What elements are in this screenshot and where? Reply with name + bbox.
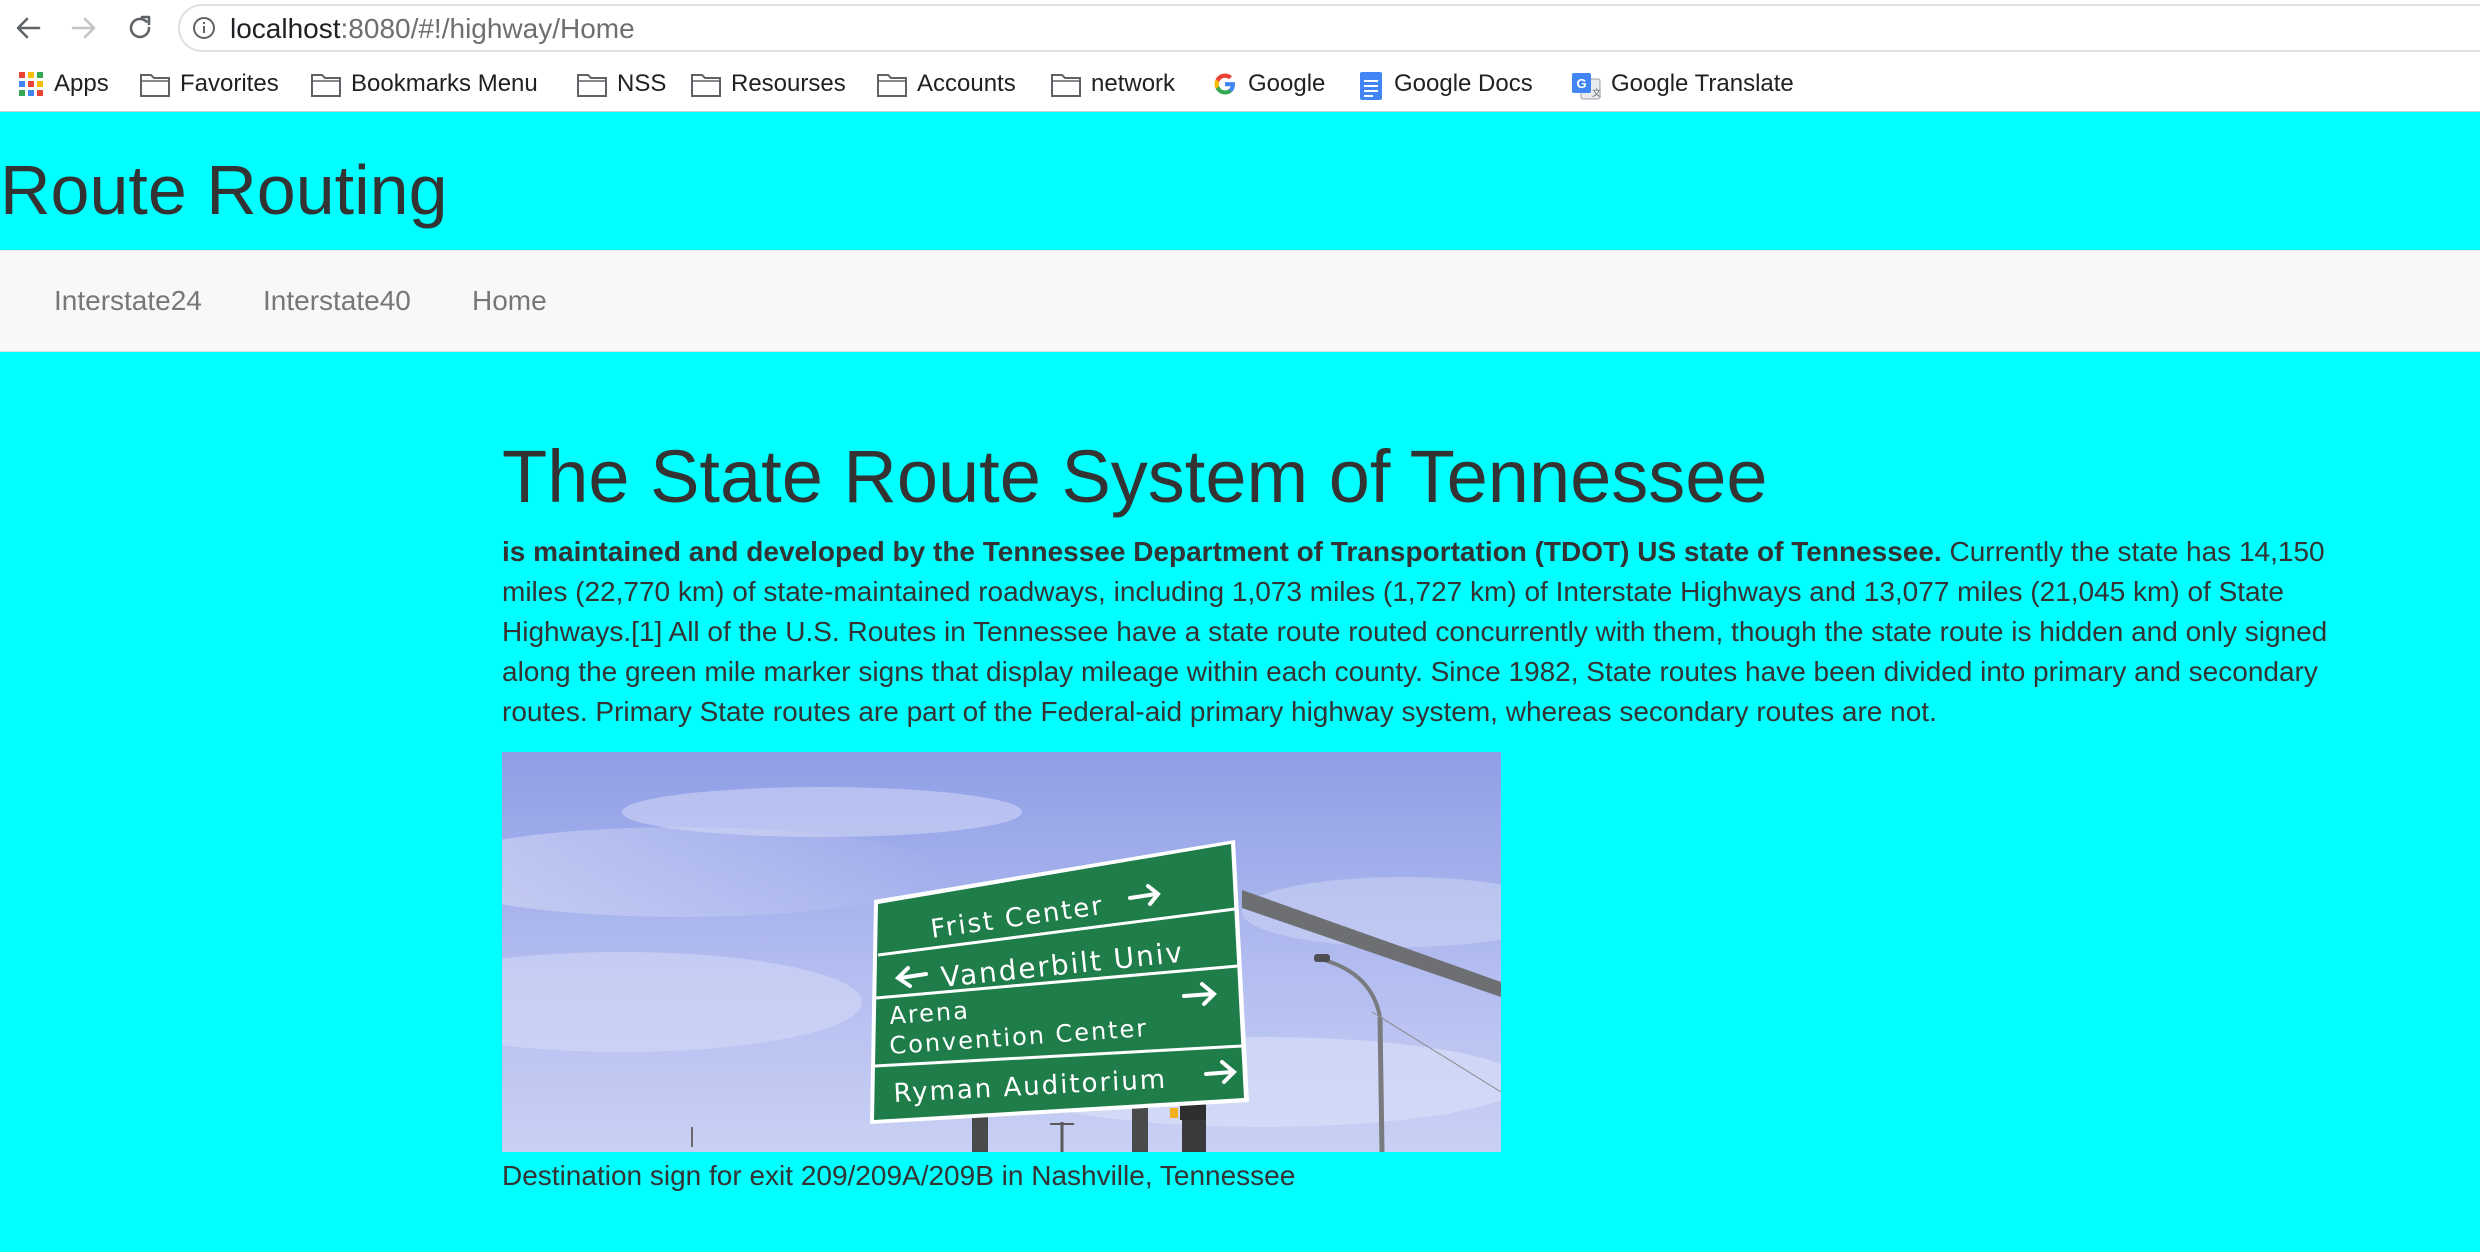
site-title: Route Routing — [0, 151, 448, 229]
folder-icon — [577, 71, 607, 97]
browser-toolbar: localhost:8080/#!/highway/Home — [0, 0, 2480, 57]
url-host: localhost — [230, 13, 341, 44]
bookmark-label: Favorites — [180, 70, 279, 97]
folder-icon — [1051, 71, 1081, 97]
intro-paragraph: is maintained and developed by the Tenne… — [502, 532, 2382, 732]
bookmark-label: Google Docs — [1394, 70, 1533, 97]
url-text[interactable]: localhost:8080/#!/highway/Home — [230, 15, 635, 43]
browser-chrome: localhost:8080/#!/highway/Home Apps Favo… — [0, 0, 2480, 112]
apps-grid-icon — [18, 71, 44, 97]
bookmark-bookmarks-menu[interactable]: Bookmarks Menu — [311, 67, 538, 101]
bookmark-label: Apps — [54, 70, 109, 97]
info-icon[interactable] — [192, 16, 216, 40]
bookmark-google-translate[interactable]: G 文 Google Translate — [1571, 67, 1794, 101]
bookmark-label: Google Translate — [1611, 70, 1794, 97]
google-translate-icon: G 文 — [1571, 71, 1601, 100]
intro-bold-text: is maintained and developed by the Tenne… — [502, 536, 1942, 567]
address-bar[interactable]: localhost:8080/#!/highway/Home — [178, 4, 2480, 52]
back-arrow-icon — [16, 17, 41, 39]
bookmark-google[interactable]: Google — [1212, 67, 1325, 101]
bookmark-nss[interactable]: NSS — [577, 67, 666, 101]
svg-text:文: 文 — [1592, 87, 1601, 98]
bookmark-accounts[interactable]: Accounts — [877, 67, 1016, 101]
sign-line-arena: Arena — [888, 996, 970, 1030]
nav-link-interstate40[interactable]: Interstate40 — [263, 284, 411, 318]
folder-icon — [311, 71, 341, 97]
bookmark-label: Google — [1248, 70, 1326, 97]
folder-icon — [140, 71, 170, 97]
page-heading: The State Route System of Tennessee — [502, 435, 1768, 518]
bookmark-resourses[interactable]: Resourses — [691, 67, 846, 101]
bookmark-apps[interactable]: Apps — [18, 67, 109, 101]
google-icon — [1212, 71, 1238, 97]
bookmark-label: NSS — [617, 70, 667, 97]
folder-icon — [691, 71, 721, 97]
bookmark-google-docs[interactable]: Google Docs — [1358, 67, 1533, 101]
folder-icon — [877, 71, 907, 97]
bookmark-label: Resourses — [731, 70, 846, 97]
google-docs-icon — [1358, 71, 1384, 100]
site-header: Route Routing — [0, 112, 2480, 250]
bookmarks-bar: Apps Favorites Bookmarks Menu NSS Resour… — [0, 57, 2480, 111]
url-path: :8080/#!/highway/Home — [340, 13, 635, 44]
reload-icon — [129, 15, 151, 39]
svg-text:G: G — [1576, 76, 1586, 91]
bookmark-label: network — [1091, 70, 1176, 97]
forward-arrow-icon — [71, 17, 96, 39]
bookmark-label: Accounts — [917, 70, 1016, 97]
bookmark-network[interactable]: network — [1051, 67, 1175, 101]
nav-link-home[interactable]: Home — [472, 284, 547, 318]
highway-sign-photo: Frist Center Vanderbilt Univ Arena Conve… — [502, 752, 1501, 1152]
nav-link-interstate24[interactable]: Interstate24 — [54, 284, 202, 318]
back-button[interactable] — [10, 10, 46, 46]
reload-button[interactable] — [122, 10, 158, 46]
site-navbar: Interstate24 Interstate40 Home — [0, 250, 2480, 352]
bookmark-favorites[interactable]: Favorites — [140, 67, 279, 101]
bookmark-label: Bookmarks Menu — [351, 70, 538, 97]
forward-button[interactable] — [66, 10, 102, 46]
photo-caption: Destination sign for exit 209/209A/209B … — [502, 1160, 1296, 1191]
highway-sign-image: Frist Center Vanderbilt Univ Arena Conve… — [502, 752, 1501, 1152]
